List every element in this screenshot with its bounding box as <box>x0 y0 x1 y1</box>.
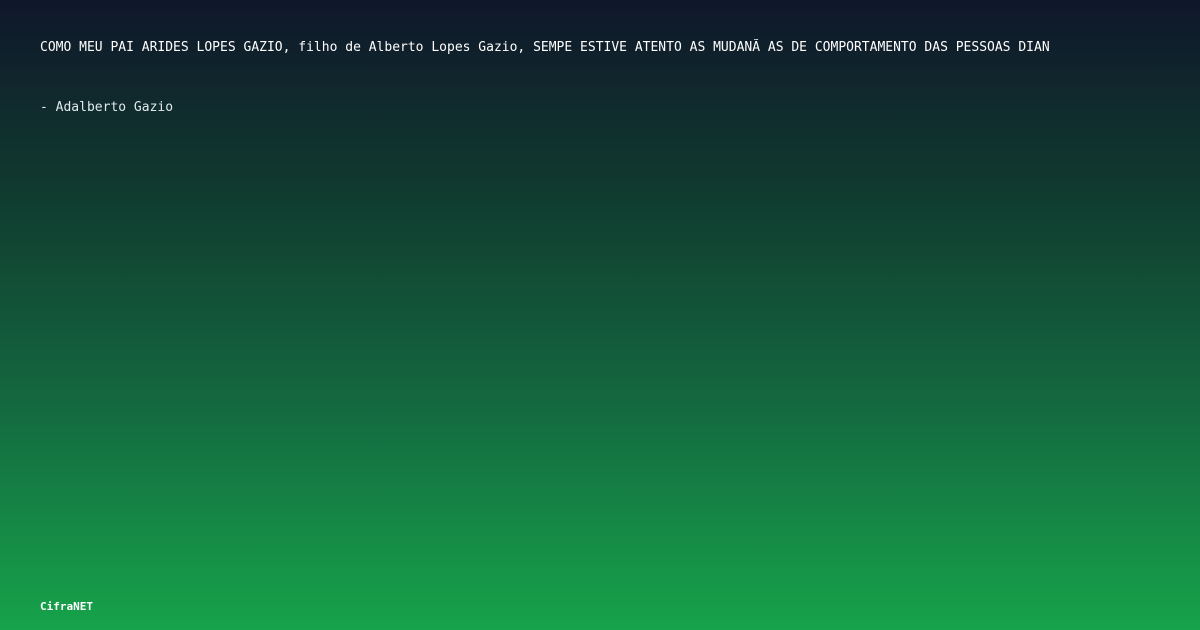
brand-logo-text: CifraNET <box>40 600 93 613</box>
quote-text: COMO MEU PAI ARIDES LOPES GAZIO, filho d… <box>40 40 1050 55</box>
share-card: { "quote": { "text": "COMO MEU PAI ARIDE… <box>0 0 1200 630</box>
quote-author: - Adalberto Gazio <box>40 100 174 115</box>
